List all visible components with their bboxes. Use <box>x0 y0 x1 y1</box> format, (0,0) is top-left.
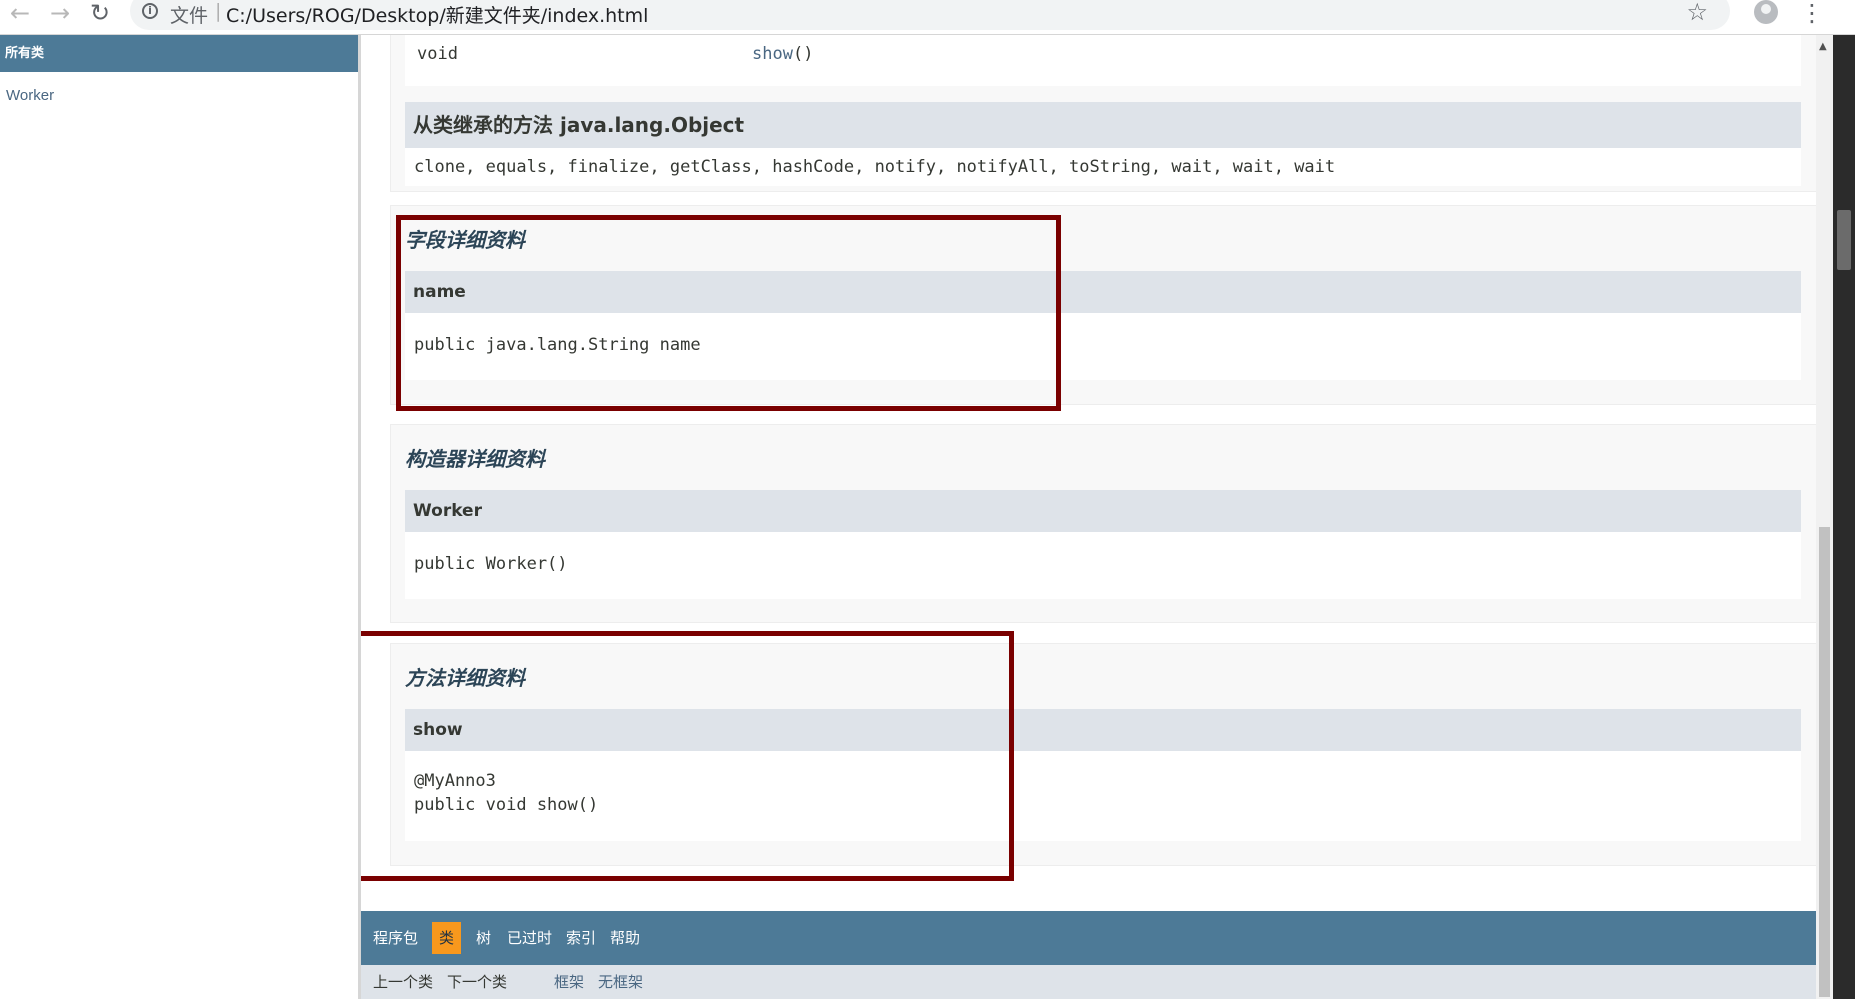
reload-icon[interactable]: ↻ <box>85 0 115 26</box>
back-arrow-icon[interactable]: ← <box>5 0 35 26</box>
outer-scrollbar-thumb[interactable] <box>1837 210 1851 270</box>
method-name-header: show <box>405 709 1801 751</box>
field-signature-row: public java.lang.String name <box>405 313 1801 380</box>
constructor-detail-title: 构造器详细资料 <box>405 447 545 471</box>
scroll-up-arrow-icon[interactable]: ▲ <box>1819 41 1827 52</box>
constructor-signature: public Worker() <box>414 554 568 574</box>
next-class-link: 下一个类 <box>447 973 508 991</box>
scrollbar-thumb[interactable] <box>1819 527 1830 997</box>
account-avatar-icon[interactable] <box>1754 0 1778 24</box>
nav-tree[interactable]: 树 <box>476 911 491 965</box>
field-signature: public java.lang.String name <box>414 335 701 355</box>
outer-window-edge <box>1833 35 1855 999</box>
nav-package[interactable]: 程序包 <box>373 911 418 965</box>
nav-help[interactable]: 帮助 <box>610 911 640 965</box>
url-text[interactable]: C:/Users/ROG/Desktop/新建文件夹/index.html <box>226 1 648 28</box>
field-detail-title: 字段详细资料 <box>405 228 525 252</box>
inherited-methods-row: clone, equals, finalize, getClass, hashC… <box>405 148 1801 186</box>
nav-index[interactable]: 索引 <box>566 911 596 965</box>
class-link-worker[interactable]: Worker <box>0 87 358 104</box>
method-annotation: @MyAnno3 <box>414 771 496 791</box>
frames-link[interactable]: 框架 <box>554 965 584 999</box>
method-signature-row: @MyAnno3 public void show() <box>405 751 1801 841</box>
method-summary-row: void show () <box>405 35 1801 86</box>
url-separator: | <box>215 0 222 22</box>
sub-navbar: 上一个类 下一个类 框架 无框架 <box>361 965 1816 999</box>
bottom-navbar: 程序包 类 树 已过时 索引 帮助 <box>361 911 1816 965</box>
browser-menu-icon[interactable]: ⋮ <box>1800 0 1824 26</box>
all-classes-header: 所有类 <box>0 35 358 72</box>
all-classes-frame: 所有类 Worker <box>0 35 361 999</box>
field-name-header: name <box>405 271 1801 313</box>
method-modifier: void <box>417 44 458 64</box>
method-signature: public void show() <box>414 795 599 815</box>
constructor-detail-block: 构造器详细资料 Worker public Worker() <box>390 424 1816 623</box>
method-parens: () <box>793 44 814 64</box>
nav-class-active: 类 <box>432 922 462 954</box>
method-detail-block: 方法详细资料 show @MyAnno3 public void show() <box>390 643 1816 866</box>
address-bar[interactable]: i 文件 | C:/Users/ROG/Desktop/新建文件夹/index.… <box>130 0 1730 30</box>
inherited-methods-title: 从类继承的方法 java.lang.Object <box>405 102 1801 148</box>
file-label: 文件 <box>170 5 209 27</box>
bookmark-star-icon[interactable]: ☆ <box>1686 0 1708 26</box>
constructor-signature-row: public Worker() <box>405 532 1801 599</box>
constructor-name-header: Worker <box>405 490 1801 532</box>
vertical-scrollbar[interactable]: ▲ <box>1816 35 1833 999</box>
browser-toolbar: ← → ↻ i 文件 | C:/Users/ROG/Desktop/新建文件夹/… <box>0 0 1855 35</box>
prev-class-link: 上一个类 <box>373 973 434 991</box>
method-detail-title: 方法详细资料 <box>405 666 525 690</box>
method-link-show[interactable]: show <box>752 42 793 66</box>
nav-deprecated[interactable]: 已过时 <box>507 911 552 965</box>
field-detail-block: 字段详细资料 name public java.lang.String name <box>390 205 1816 405</box>
no-frames-link[interactable]: 无框架 <box>598 965 643 999</box>
info-icon[interactable]: i <box>142 3 158 19</box>
class-detail-frame: void show () 从类继承的方法 java.lang.Object cl… <box>361 35 1816 999</box>
method-summary-block: void show () 从类继承的方法 java.lang.Object cl… <box>390 35 1816 192</box>
inherited-methods-list[interactable]: clone, equals, finalize, getClass, hashC… <box>414 155 1335 179</box>
forward-arrow-icon[interactable]: → <box>45 0 75 26</box>
